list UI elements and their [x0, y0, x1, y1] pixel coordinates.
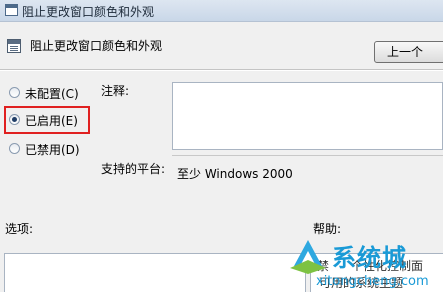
title-bar: 阻止更改窗口颜色和外观: [0, 0, 443, 22]
radio-not-configured[interactable]: 未配置(C): [9, 85, 105, 101]
policy-setting-icon: [7, 39, 21, 53]
previous-setting-button[interactable]: 上一个: [374, 41, 443, 63]
highlight-box: [4, 106, 90, 134]
watermark-text: 系统城: [332, 244, 407, 272]
policy-window-icon: [5, 4, 18, 16]
options-label: 选项:: [5, 222, 34, 236]
radio-label: 未配置(C): [25, 87, 79, 101]
radio-circle: [9, 87, 20, 98]
comment-label: 注释:: [101, 84, 130, 98]
setting-title: 阻止更改窗口颜色和外观: [30, 39, 163, 53]
radio-label: 已禁用(D): [25, 143, 80, 157]
supported-platform-label: 支持的平台:: [101, 162, 166, 176]
radio-disabled[interactable]: 已禁用(D): [9, 141, 105, 157]
radio-circle: [9, 143, 20, 154]
options-pane[interactable]: [4, 253, 306, 292]
watermark-url: xitongcheng.com: [316, 274, 429, 289]
header-divider: [0, 69, 443, 71]
comment-textarea[interactable]: [172, 82, 443, 150]
watermark: 系统城 xitongcheng.com: [284, 230, 443, 292]
window-title: 阻止更改窗口颜色和外观: [22, 5, 155, 19]
watermark-logo-icon: [290, 240, 326, 274]
supported-platform-value: 至少 Windows 2000: [172, 155, 443, 183]
